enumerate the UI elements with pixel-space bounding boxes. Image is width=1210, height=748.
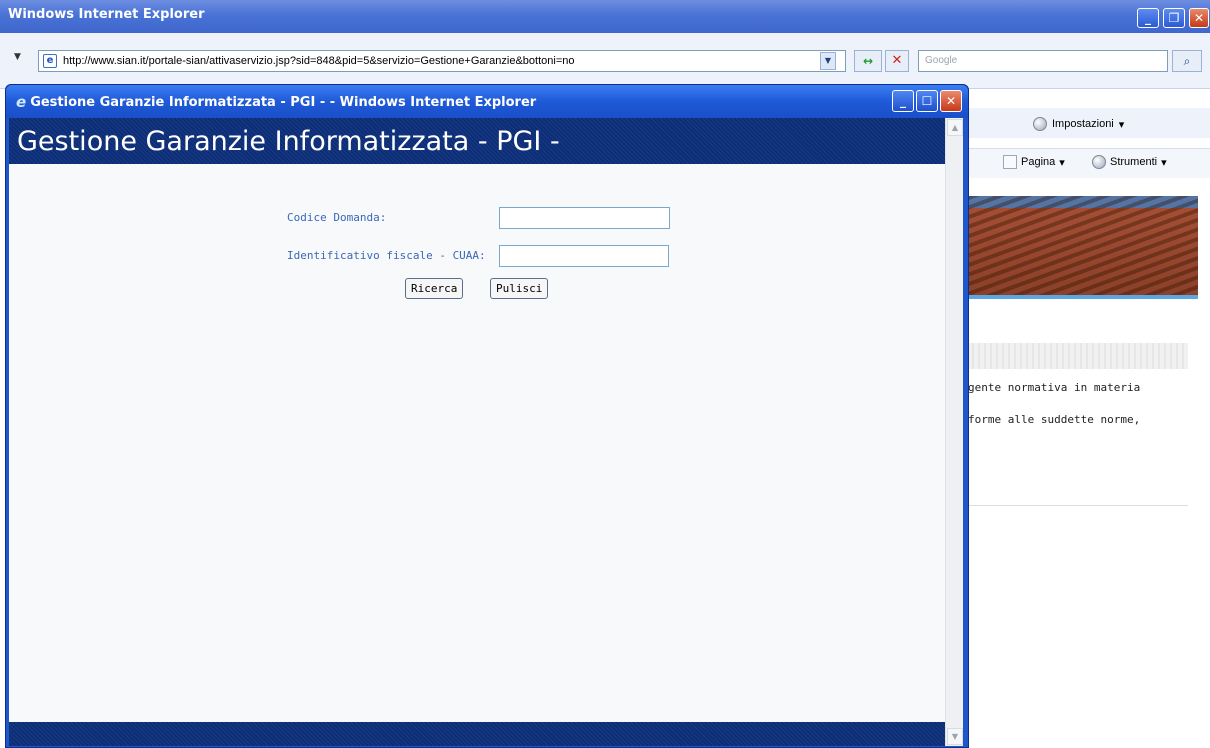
minimize-icon[interactable]: _: [892, 90, 914, 112]
close-icon[interactable]: ✕: [1189, 8, 1209, 28]
restore-icon[interactable]: ❐: [1163, 8, 1185, 28]
ie-logo-icon: e: [16, 93, 27, 111]
codice-domanda-label: Codice Domanda:: [287, 211, 387, 224]
ie-page-icon: e: [43, 54, 57, 68]
close-icon[interactable]: ✕: [940, 90, 962, 112]
popup-title-text: Gestione Garanzie Informatizzata - PGI -…: [30, 94, 537, 110]
settings-icon: [1033, 117, 1047, 131]
vertical-scrollbar[interactable]: ▲ ▼: [945, 118, 963, 746]
page-footer: [9, 722, 945, 746]
url-text: http://www.sian.it/portale-sian/attivase…: [63, 55, 575, 67]
url-dropdown-icon[interactable]: ▼: [820, 52, 836, 70]
search-button[interactable]: Ricerca: [405, 278, 464, 299]
settings-button[interactable]: Impostazioni ▾: [1033, 117, 1124, 131]
popup-content: Gestione Garanzie Informatizzata - PGI -…: [9, 118, 963, 746]
page-icon: [1003, 155, 1017, 169]
codice-domanda-input[interactable]: [499, 207, 670, 229]
popup-window: e Gestione Garanzie Informatizzata - PGI…: [5, 84, 969, 748]
popup-window-controls: _ ☐ ✕: [892, 90, 962, 112]
tools-menu-label: Strumenti: [1110, 156, 1158, 168]
scroll-up-icon[interactable]: ▲: [947, 119, 963, 136]
background-text-line: gente normativa in materia: [968, 381, 1141, 394]
cuaa-label: Identificativo fiscale - CUAA:: [287, 249, 486, 262]
stop-icon[interactable]: ✕: [885, 50, 909, 72]
background-banner-image: [968, 196, 1198, 299]
chevron-down-icon: ▾: [1118, 118, 1125, 131]
gear-icon: [1092, 155, 1106, 169]
refresh-icon[interactable]: ↔: [854, 50, 882, 72]
back-dropdown-icon[interactable]: ▼: [14, 52, 21, 62]
background-divider: [968, 343, 1188, 369]
page-menu-label: Pagina: [1021, 156, 1056, 168]
chevron-down-icon: ▾: [1161, 156, 1167, 169]
tools-menu-button[interactable]: Strumenti ▾: [1092, 155, 1167, 169]
settings-label: Impostazioni: [1052, 118, 1114, 130]
chevron-down-icon: ▾: [1059, 156, 1065, 169]
search-icon[interactable]: ⌕: [1172, 50, 1202, 72]
clear-button[interactable]: Pulisci: [490, 278, 549, 299]
background-rule: [968, 505, 1188, 506]
minimize-icon[interactable]: _: [1137, 8, 1159, 28]
page-header: Gestione Garanzie Informatizzata - PGI -: [9, 118, 945, 164]
background-text-line: forme alle suddette norme,: [968, 413, 1141, 426]
background-command-bar: [965, 148, 1210, 178]
page-title: Gestione Garanzie Informatizzata - PGI -: [17, 126, 560, 157]
popup-title: e Gestione Garanzie Informatizzata - PGI…: [16, 93, 536, 111]
outer-window-title: Windows Internet Explorer: [8, 7, 205, 22]
popup-titlebar: e Gestione Garanzie Informatizzata - PGI…: [6, 85, 968, 118]
outer-window-titlebar: Windows Internet Explorer _ ❐ ✕: [0, 0, 1210, 33]
scroll-down-icon[interactable]: ▼: [947, 728, 963, 745]
page-menu-button[interactable]: Pagina ▾: [1003, 155, 1065, 169]
maximize-icon[interactable]: ☐: [916, 90, 938, 112]
search-input[interactable]: Google: [918, 50, 1168, 72]
url-input[interactable]: e http://www.sian.it/portale-sian/attiva…: [38, 50, 846, 72]
cuaa-input[interactable]: [499, 245, 669, 267]
